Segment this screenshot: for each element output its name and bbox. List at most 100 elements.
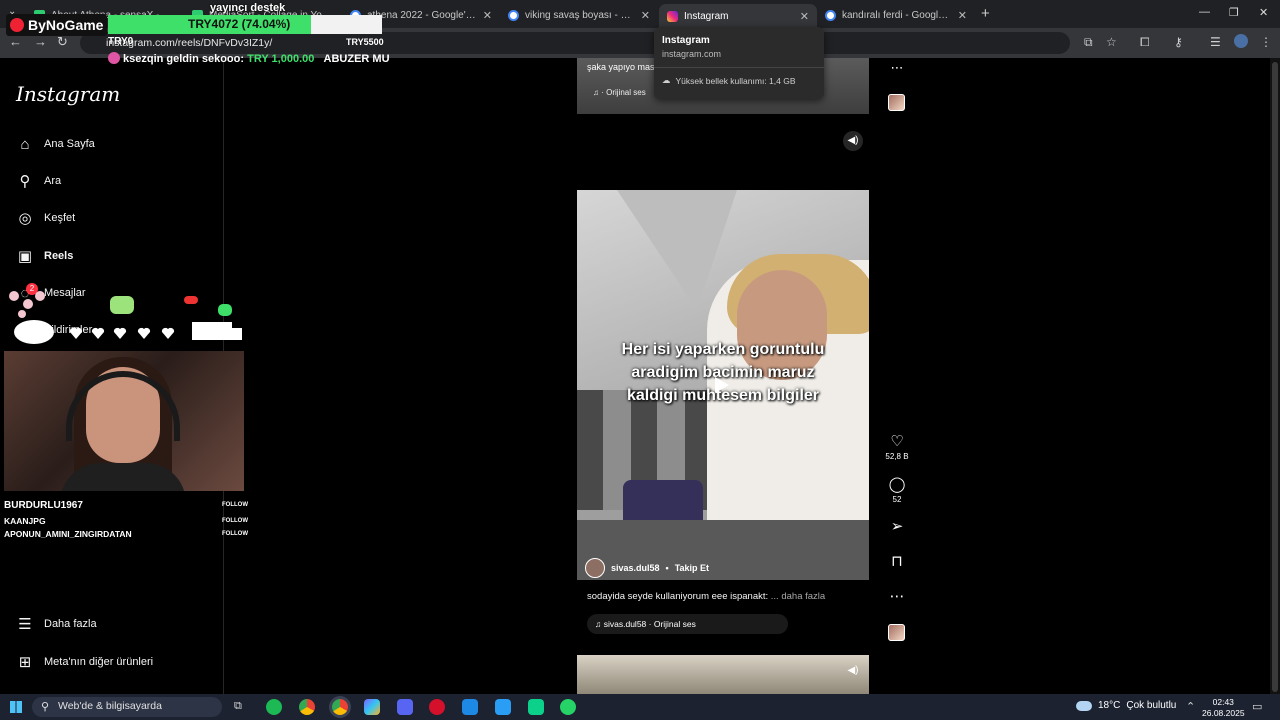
like-button[interactable]: ♡ 52,8 B [885, 434, 909, 462]
save-button[interactable]: ⊓ [885, 554, 909, 570]
meta-grid-icon: ⊞ [18, 654, 32, 671]
tab-hover-card: Instagram instagram.com ☁ Yüksek bellek k… [654, 27, 824, 99]
tray-chevron-icon[interactable]: ⌃ [1186, 700, 1195, 713]
bynogame-logo: ByNoGame [6, 14, 108, 36]
menu-kebab-icon[interactable]: ⋮ [1260, 35, 1272, 49]
previous-audio-thumb[interactable] [888, 94, 905, 111]
donation-ticker: ksezqin geldin sekooo: TRY 1,000.00 ABUZ… [108, 52, 390, 65]
task-view-icon[interactable]: ⧉ [234, 700, 242, 713]
notification-icon[interactable]: ▭ [1252, 700, 1262, 713]
memory-icon: ☁ [662, 75, 671, 85]
author-avatar[interactable] [585, 558, 605, 578]
chrome-active-icon[interactable] [332, 699, 348, 715]
sidebar-meta-label: Meta'nın diğer ürünleri [44, 656, 154, 668]
more-icon: ⋯ [889, 588, 905, 605]
author-name[interactable]: sivas.dul58 [611, 563, 660, 573]
play-icon[interactable] [715, 377, 729, 393]
tab-5[interactable]: kandıralı ferdi - Google'da Ara ✕ [817, 4, 975, 26]
previous-reel-caption: şaka yapıyo mas [587, 62, 655, 72]
restore-icon[interactable]: ❐ [1229, 6, 1239, 19]
reel-caption: sodayida seyde kullaniyorum eee ispanakt… [587, 591, 826, 602]
frog-sprite [110, 296, 134, 314]
bookmark-icon: ⊓ [891, 553, 903, 570]
sidebar-more-label: Daha fazla [44, 618, 97, 630]
weather-widget[interactable]: 18°C Çok bulutlu [1076, 700, 1176, 711]
opera-gx-icon[interactable] [429, 699, 445, 715]
sheep-sprite [14, 320, 54, 344]
follow-button[interactable]: Takip Et [675, 563, 709, 573]
follow-row: KAANJPG FOLLOW [4, 516, 248, 526]
sidebar-meta-products[interactable]: ⊞ Meta'nın diğer ürünleri [16, 650, 153, 674]
taskbar-search[interactable]: ⚲ Web'de & bilgisayarda [32, 697, 222, 717]
audio-thumb[interactable] [888, 624, 905, 641]
password-key-icon[interactable]: ⚷ [1174, 35, 1183, 49]
cloud-icon [1076, 700, 1092, 711]
minimize-icon[interactable]: — [1199, 6, 1210, 18]
donation-progress-bar: TRY4072 (74.04%) [108, 15, 382, 34]
sidebar-item-reels[interactable]: ▣ Reels [16, 244, 73, 268]
sidebar-item-label: Ara [44, 175, 62, 187]
sidebar-item-explore[interactable]: ◎ Keşfet [16, 206, 75, 230]
cat-sprite [192, 322, 242, 340]
sidebar-item-search[interactable]: ⚲ Ara [16, 169, 62, 193]
android-icon[interactable] [528, 699, 544, 715]
sidebar-item-label: Keşfet [44, 212, 76, 224]
close-tab-icon[interactable]: ✕ [641, 9, 650, 22]
reload-icon[interactable]: ↻ [57, 34, 68, 50]
donor-avatar-icon [108, 52, 120, 64]
back-icon[interactable]: ← [9, 34, 22, 49]
reels-icon: ▣ [17, 248, 33, 265]
discord-icon[interactable] [397, 699, 413, 715]
recent-follows: BURDURLU1967 FOLLOW KAANJPG FOLLOW APONU… [4, 500, 248, 542]
reel-overlay-text: Her isi yaparken goruntulu aradigim baci… [621, 341, 825, 404]
app-icon[interactable] [462, 699, 478, 715]
more-options-button[interactable]: ⋯ [885, 589, 909, 605]
tab-instagram[interactable]: Instagram ✕ [659, 4, 817, 28]
instagram-icon [667, 10, 678, 22]
streamer-webcam [4, 351, 244, 491]
hearts-row [69, 327, 175, 339]
reel-audio-pill[interactable]: ♫ sivas.dul58 · Orijinal ses [587, 614, 788, 634]
spotify-icon[interactable] [266, 699, 282, 715]
follow-row: APONUN_AMINI_ZINGIRDATAN FOLLOW [4, 529, 248, 539]
next-mute-icon[interactable]: ◀) [843, 661, 863, 681]
sidebar-more[interactable]: ☰ Daha fazla [16, 612, 97, 636]
previous-more-icon[interactable]: ⋯ [885, 60, 909, 76]
close-tab-icon[interactable]: ✕ [483, 9, 492, 22]
current-reel-video[interactable]: Her isi yaparken goruntulu aradigim baci… [577, 190, 869, 580]
new-tab-button[interactable]: + [981, 5, 990, 22]
chrome-icon[interactable] [299, 699, 315, 715]
whatsapp-icon[interactable] [560, 699, 576, 715]
address-bar[interactable]: instagram.com/reels/DNFvDv3IZ1y/ [80, 32, 1070, 54]
edge-icon[interactable] [495, 699, 511, 715]
extensions-icon[interactable]: ⧠ [1140, 35, 1150, 50]
forward-icon[interactable]: → [34, 34, 47, 49]
comment-button[interactable]: ◯ 52 [885, 477, 909, 505]
close-window-icon[interactable]: ✕ [1259, 6, 1268, 19]
share-button[interactable]: ➢ [885, 519, 909, 535]
windows-start-icon[interactable] [10, 701, 22, 713]
next-reel[interactable] [577, 655, 869, 694]
profile-avatar[interactable] [1234, 34, 1248, 48]
donation-max: TRY5500 [346, 37, 384, 47]
sidebar-item-label: Ana Sayfa [44, 138, 95, 150]
page-scrollbar[interactable] [1270, 58, 1280, 694]
flowers-decoration [9, 291, 45, 318]
comment-count: 52 [892, 495, 902, 504]
close-tab-icon[interactable]: ✕ [958, 9, 967, 22]
mushroom-sprite [184, 296, 198, 304]
frog-sprite-right [218, 304, 232, 316]
close-tab-icon[interactable]: ✕ [800, 10, 809, 23]
sidebar-item-home[interactable]: ⌂ Ana Sayfa [16, 132, 95, 156]
bookmark-star-icon[interactable]: ☆ [1106, 35, 1117, 49]
tab-3[interactable]: viking savaş boyası - Google'da ✕ [500, 4, 658, 26]
copilot-icon[interactable] [364, 699, 380, 715]
reading-list-icon[interactable]: ☰ [1210, 35, 1221, 49]
mute-toggle-icon[interactable]: ◀) [843, 131, 863, 151]
install-app-icon[interactable]: ⧉ [1084, 35, 1093, 50]
sidebar-item-label: Reels [44, 250, 74, 262]
taskbar-clock[interactable]: 02:43 26.08.2025 [1202, 697, 1245, 719]
search-icon: ⚲ [19, 173, 31, 190]
instagram-logo[interactable]: Instagram [16, 82, 120, 106]
caption-more-link[interactable]: ... daha fazla [771, 591, 825, 602]
